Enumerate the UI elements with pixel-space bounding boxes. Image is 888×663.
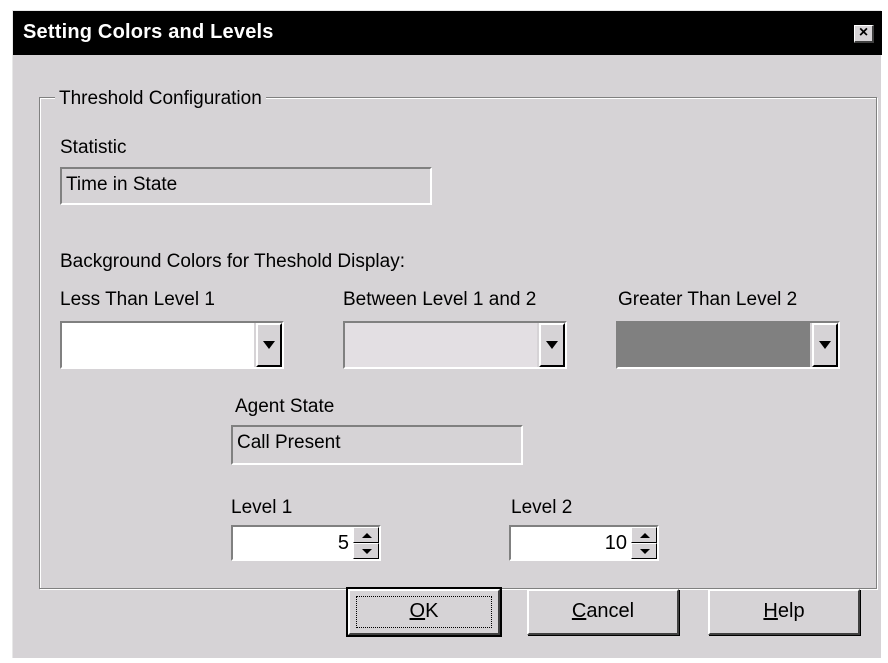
color-swatch-light-gray	[345, 323, 537, 367]
between-levels-label: Between Level 1 and 2	[343, 289, 537, 310]
group-legend: Threshold Configuration	[55, 88, 266, 110]
help-button[interactable]: Help	[708, 589, 860, 635]
arrow-up-icon	[640, 533, 650, 538]
background-colors-label: Background Colors for Theshold Display:	[60, 251, 405, 272]
level2-label: Level 2	[511, 497, 573, 518]
agent-state-field: Call Present	[231, 425, 523, 465]
close-button[interactable]: ×	[854, 25, 874, 43]
ok-mnemonic: O	[409, 600, 426, 622]
help-label-rest: elp	[777, 600, 805, 622]
between-levels-color-dropdown[interactable]	[343, 321, 567, 369]
level1-spinner[interactable]: 5	[231, 525, 381, 561]
arrow-down-icon	[362, 549, 372, 554]
greater-than-level2-label: Greater Than Level 2	[618, 289, 798, 310]
ok-button[interactable]: OK	[346, 587, 502, 637]
greater-than-level2-color-dropdown[interactable]	[616, 321, 840, 369]
chevron-down-icon	[819, 341, 831, 349]
window-title: Setting Colors and Levels	[23, 21, 274, 43]
level1-decrement-button[interactable]	[353, 543, 379, 559]
level1-label: Level 1	[231, 497, 293, 518]
arrow-down-icon	[640, 549, 650, 554]
color-swatch-dark-gray	[618, 323, 810, 367]
level2-spinner[interactable]: 10	[509, 525, 659, 561]
cancel-mnemonic: C	[571, 600, 587, 622]
dropdown-button[interactable]	[256, 323, 282, 367]
title-bar[interactable]: Setting Colors and Levels ×	[13, 11, 882, 55]
chevron-down-icon	[263, 341, 275, 349]
statistic-label: Statistic	[60, 137, 127, 158]
ok-label-rest: K	[425, 600, 439, 622]
dropdown-button[interactable]	[812, 323, 838, 367]
level2-increment-button[interactable]	[631, 527, 657, 543]
cancel-label-rest: ancel	[586, 600, 635, 622]
statistic-field: Time in State	[60, 167, 432, 205]
level2-value[interactable]: 10	[605, 532, 627, 555]
color-swatch-white	[62, 323, 254, 367]
chevron-down-icon	[546, 341, 558, 349]
agent-state-label: Agent State	[235, 396, 335, 417]
level1-value[interactable]: 5	[338, 532, 349, 555]
arrow-up-icon	[362, 533, 372, 538]
setting-colors-dialog: Setting Colors and Levels × Threshold Co…	[12, 10, 882, 658]
close-icon: ×	[858, 24, 869, 41]
help-mnemonic: H	[763, 600, 778, 622]
less-than-level1-label: Less Than Level 1	[60, 289, 215, 310]
less-than-level1-color-dropdown[interactable]	[60, 321, 284, 369]
level2-decrement-button[interactable]	[631, 543, 657, 559]
cancel-button[interactable]: Cancel	[527, 589, 679, 635]
level1-increment-button[interactable]	[353, 527, 379, 543]
dropdown-button[interactable]	[539, 323, 565, 367]
